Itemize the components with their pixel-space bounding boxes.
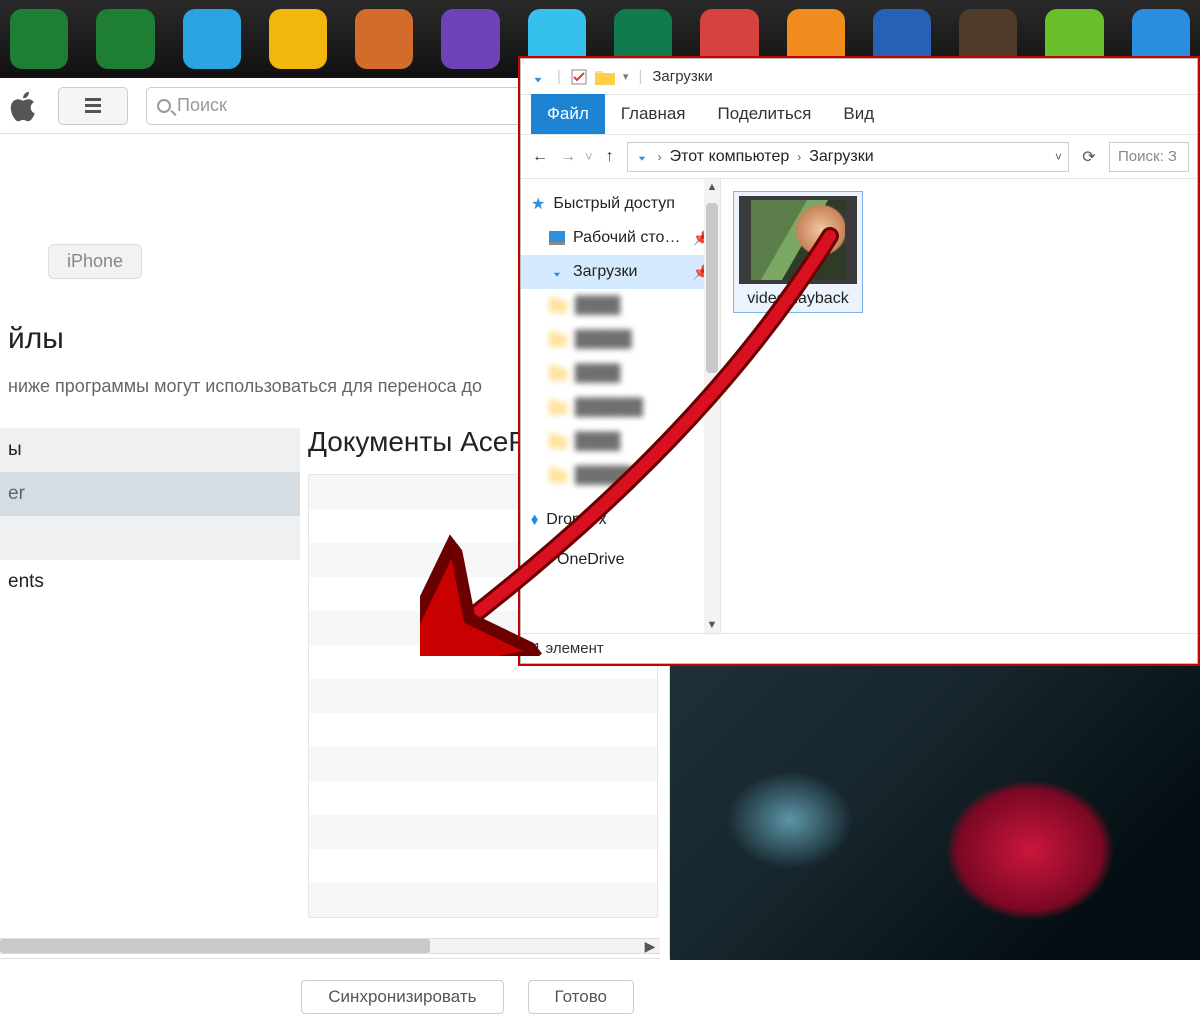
search-placeholder: Поиск (177, 95, 227, 116)
dropbox-icon: ⬧ (531, 511, 538, 529)
breadcrumb-item[interactable]: Загрузки (809, 148, 873, 166)
file-explorer-window: | ▾ | Загрузки Файл Главная Поделиться В… (520, 58, 1198, 664)
cloud-icon (531, 551, 549, 569)
window-title: Загрузки (652, 68, 712, 85)
horizontal-scrollbar[interactable]: ▶ (0, 938, 660, 954)
apple-logo-icon (10, 86, 40, 125)
ribbon-tabs: Файл Главная Поделиться Вид (521, 95, 1197, 135)
files-heading: йлы (8, 322, 64, 356)
chevron-down-icon[interactable]: ˅ (1055, 150, 1062, 164)
scroll-right-icon[interactable]: ▶ (640, 939, 660, 953)
list-item[interactable]: ents (0, 560, 300, 604)
tree-item-hidden[interactable]: █████ (521, 323, 720, 357)
dock-app-icon[interactable] (355, 9, 413, 69)
search-icon (157, 99, 171, 113)
tree-scrollbar[interactable]: ▲ ▼ (704, 179, 720, 633)
download-arrow-icon (529, 67, 547, 85)
tab-home[interactable]: Главная (605, 94, 702, 134)
downloads-item[interactable]: Загрузки 📌 (521, 255, 720, 289)
file-label: videoplayback (738, 290, 858, 308)
status-bar: 1 элемент (521, 633, 1197, 663)
tree-item-hidden[interactable]: █████ (521, 459, 720, 493)
nav-forward-icon[interactable]: → (557, 146, 579, 168)
list-item[interactable]: er (0, 472, 300, 516)
tree-item-hidden[interactable]: ████ (521, 425, 720, 459)
dock-app-icon[interactable] (441, 9, 499, 69)
chevron-down-icon[interactable]: ▾ (623, 70, 629, 83)
list-item[interactable] (0, 516, 300, 560)
tree-item-hidden[interactable]: ████ (521, 289, 720, 323)
dock-app-icon[interactable] (269, 9, 327, 69)
apps-list: ы er ents (0, 428, 300, 604)
search-placeholder: Поиск: З (1118, 148, 1177, 165)
star-icon: ★ (531, 194, 545, 214)
checkbox-icon[interactable] (571, 68, 587, 85)
device-pill[interactable]: iPhone (48, 244, 142, 279)
download-arrow-icon (549, 263, 565, 281)
nav-up-icon[interactable]: ↑ (599, 146, 621, 168)
bottom-toolbar: Синхронизировать Готово (0, 958, 660, 1034)
folder-icon (595, 68, 615, 85)
explorer-titlebar[interactable]: | ▾ | Загрузки (521, 59, 1197, 95)
file-item-video[interactable]: videoplayback (733, 191, 863, 313)
explorer-search-input[interactable]: Поиск: З (1109, 142, 1189, 172)
status-text: 1 элемент (533, 640, 604, 657)
desktop-item[interactable]: Рабочий сто… 📌 (521, 221, 720, 255)
desktop-wallpaper (670, 660, 1200, 960)
tab-file[interactable]: Файл (531, 94, 605, 134)
download-arrow-icon (634, 148, 650, 166)
dropbox-item[interactable]: ⬧ Dropbox (521, 503, 720, 537)
chevron-down-icon[interactable]: ˅ (585, 149, 593, 164)
file-area[interactable]: videoplayback (721, 179, 1197, 633)
video-thumbnail-icon (739, 196, 857, 284)
onedrive-item[interactable]: OneDrive (521, 543, 720, 577)
dock-app-icon[interactable] (96, 9, 154, 69)
tree-item-hidden[interactable]: ██████ (521, 391, 720, 425)
quick-access-item[interactable]: ★ Быстрый доступ (521, 187, 720, 221)
tab-share[interactable]: Поделиться (702, 94, 828, 134)
view-mode-button[interactable] (58, 87, 128, 125)
nav-bar: ← → ˅ ↑ › Этот компьютер › Загрузки ˅ ⟳ … (521, 135, 1197, 179)
files-subtext: ниже программы могут использоваться для … (8, 376, 482, 397)
tab-view[interactable]: Вид (827, 94, 890, 134)
scroll-up-icon[interactable]: ▲ (704, 179, 720, 195)
refresh-icon[interactable]: ⟳ (1075, 143, 1103, 171)
desktop-icon (549, 229, 565, 247)
tree-item-hidden[interactable]: ████ (521, 357, 720, 391)
list-item[interactable]: ы (0, 428, 300, 472)
breadcrumb-item[interactable]: Этот компьютер (670, 148, 790, 166)
dock-app-icon[interactable] (10, 9, 68, 69)
breadcrumb[interactable]: › Этот компьютер › Загрузки ˅ (627, 142, 1069, 172)
nav-tree: ★ Быстрый доступ Рабочий сто… 📌 Загрузки… (521, 179, 721, 633)
dock-app-icon[interactable] (183, 9, 241, 69)
scroll-down-icon[interactable]: ▼ (704, 617, 720, 633)
nav-back-icon[interactable]: ← (529, 146, 551, 168)
